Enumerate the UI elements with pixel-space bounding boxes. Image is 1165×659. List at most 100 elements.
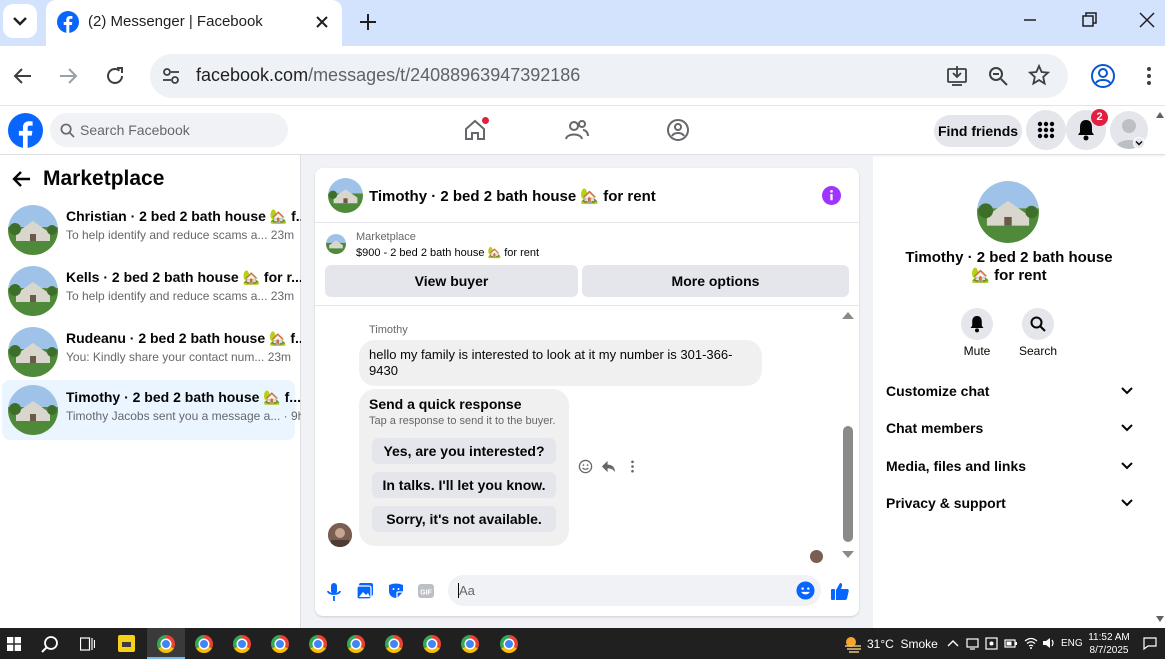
chrome-app-icon[interactable] bbox=[461, 635, 479, 653]
volume-icon[interactable] bbox=[1042, 637, 1056, 649]
tray-display-icon[interactable] bbox=[985, 637, 998, 650]
more-actions-icon[interactable] bbox=[625, 459, 640, 474]
browser-tab[interactable]: (2) Messenger | Facebook bbox=[46, 0, 342, 46]
url-path: /messages/t/24088963947392186 bbox=[308, 65, 581, 85]
privacy-support-section[interactable]: Privacy & support bbox=[886, 495, 1134, 511]
page-scroll-down-arrow[interactable] bbox=[1156, 616, 1164, 622]
language-indicator[interactable]: ENG bbox=[1061, 638, 1083, 649]
chrome-app-icon[interactable] bbox=[309, 635, 327, 653]
mute-action[interactable]: Mute bbox=[957, 308, 997, 358]
message-input[interactable]: Aa bbox=[448, 575, 821, 606]
clock[interactable]: 11:52 AM 8/7/2025 bbox=[1086, 631, 1132, 657]
gif-icon[interactable]: GIF bbox=[417, 582, 435, 600]
chrome-app-icon[interactable] bbox=[500, 635, 518, 653]
weather-haze-icon[interactable] bbox=[843, 635, 863, 653]
sticker-icon[interactable] bbox=[387, 582, 405, 600]
conversation-item-christian[interactable]: Christian · 2 bed 2 bath house 🏡 f... To… bbox=[2, 201, 307, 259]
scrollbar-up-arrow[interactable] bbox=[1156, 112, 1164, 118]
close-tab-icon[interactable] bbox=[312, 12, 332, 32]
conversation-item-rudeanu[interactable]: Rudeanu · 2 bed 2 bath house 🏡 f... You:… bbox=[2, 323, 307, 381]
friends-icon[interactable] bbox=[564, 118, 590, 142]
quick-reply-in-talks[interactable]: In talks. I'll let you know. bbox=[372, 472, 556, 498]
preview-text: To help identify and reduce scams a... bbox=[66, 228, 268, 242]
quick-reply-yes[interactable]: Yes, are you interested? bbox=[372, 438, 556, 464]
emoji-picker-icon[interactable] bbox=[796, 581, 815, 600]
conversation-time: 23m bbox=[270, 289, 295, 303]
address-bar[interactable]: facebook.com/messages/t/2408896394739218… bbox=[150, 54, 1068, 98]
chrome-app-icon[interactable] bbox=[347, 635, 365, 653]
view-buyer-button[interactable]: View buyer bbox=[325, 265, 578, 297]
facebook-logo-icon[interactable] bbox=[8, 113, 43, 148]
back-arrow-icon[interactable] bbox=[12, 65, 34, 87]
like-thumb-icon[interactable] bbox=[830, 581, 850, 601]
back-arrow-icon[interactable] bbox=[12, 169, 32, 189]
reply-icon[interactable] bbox=[601, 459, 616, 474]
chrome-app-icon[interactable] bbox=[423, 635, 441, 653]
restore-icon[interactable] bbox=[1079, 10, 1099, 30]
details-avatar[interactable] bbox=[977, 181, 1039, 243]
chrome-app-icon[interactable] bbox=[271, 635, 289, 653]
profile-icon[interactable] bbox=[1090, 63, 1116, 89]
new-tab-icon[interactable] bbox=[357, 11, 379, 33]
info-icon[interactable] bbox=[822, 186, 841, 205]
search-action[interactable]: Search bbox=[1018, 308, 1058, 358]
task-view-icon[interactable] bbox=[80, 637, 95, 651]
customize-chat-section[interactable]: Customize chat bbox=[886, 383, 1134, 399]
bookmark-star-icon[interactable] bbox=[1028, 64, 1050, 86]
install-app-icon[interactable] bbox=[946, 65, 968, 87]
tab-search-button[interactable] bbox=[3, 4, 37, 38]
notification-center-icon[interactable] bbox=[1143, 637, 1157, 650]
chat-scroll-down-arrow[interactable] bbox=[842, 551, 854, 558]
listing-detail[interactable]: $900 - 2 bed 2 bath house 🏡 for rent bbox=[356, 246, 539, 259]
groups-icon[interactable] bbox=[666, 118, 690, 142]
quick-reply-not-available[interactable]: Sorry, it's not available. bbox=[372, 506, 556, 532]
reload-icon[interactable] bbox=[104, 65, 126, 87]
minimize-icon[interactable] bbox=[1020, 10, 1040, 30]
chevron-down-icon bbox=[1135, 141, 1143, 146]
windows-start-icon[interactable] bbox=[7, 637, 21, 651]
conversation-title: Kells · 2 bed 2 bath house 🏡 for r... bbox=[66, 269, 303, 285]
preview-text: Timothy Jacobs sent you a message a... bbox=[66, 409, 281, 423]
windows-taskbar: 31°C Smoke ENG 11:52 AM 8/7/2025 bbox=[0, 628, 1165, 659]
chrome-app-icon[interactable] bbox=[385, 635, 403, 653]
more-options-label: More options bbox=[671, 273, 760, 289]
forward-arrow-icon[interactable] bbox=[57, 65, 79, 87]
quick-reply-label: Yes, are you interested? bbox=[383, 443, 545, 459]
menu-button[interactable] bbox=[1026, 110, 1066, 150]
chat-scroll-up-arrow[interactable] bbox=[842, 312, 854, 319]
chrome-app-icon[interactable] bbox=[233, 635, 251, 653]
weather-text[interactable]: 31°C Smoke bbox=[867, 637, 938, 651]
microphone-icon[interactable] bbox=[326, 582, 342, 602]
chrome-app-icon[interactable] bbox=[195, 635, 213, 653]
site-info-icon[interactable] bbox=[160, 65, 182, 87]
listing-thumb[interactable] bbox=[326, 234, 346, 254]
chrome-app-icon[interactable] bbox=[157, 635, 175, 653]
find-friends-button[interactable]: Find friends bbox=[934, 115, 1022, 147]
sticky-notes-app-icon[interactable] bbox=[118, 635, 135, 652]
zoom-icon[interactable] bbox=[987, 65, 1009, 87]
conversation-item-timothy-selected[interactable]: Timothy · 2 bed 2 bath house 🏡 f... Timo… bbox=[2, 380, 304, 440]
more-options-button[interactable]: More options bbox=[582, 265, 849, 297]
section-label: Customize chat bbox=[886, 383, 990, 399]
chat-members-section[interactable]: Chat members bbox=[886, 420, 1134, 436]
listing-avatar bbox=[8, 205, 58, 255]
message-bubble[interactable]: hello my family is interested to look at… bbox=[359, 340, 762, 386]
chat-scrollbar-thumb[interactable] bbox=[843, 426, 853, 542]
taskbar-search-icon[interactable] bbox=[41, 635, 59, 653]
facebook-search[interactable]: Search Facebook bbox=[50, 113, 288, 147]
chat-avatar[interactable] bbox=[328, 178, 363, 213]
conversation-item-kells[interactable]: Kells · 2 bed 2 bath house 🏡 for r... To… bbox=[2, 262, 303, 320]
media-files-links-section[interactable]: Media, files and links bbox=[886, 458, 1134, 474]
react-emoji-icon[interactable] bbox=[578, 459, 593, 474]
tray-chevron-up-icon[interactable] bbox=[947, 638, 959, 648]
section-label: Media, files and links bbox=[886, 458, 1027, 474]
chat-title[interactable]: Timothy · 2 bed 2 bath house 🏡 for rent bbox=[369, 187, 656, 205]
battery-icon[interactable] bbox=[1004, 638, 1018, 649]
photo-icon[interactable] bbox=[356, 582, 374, 600]
close-window-icon[interactable] bbox=[1137, 10, 1157, 30]
conversation-preview: You: Kindly share your contact num... 23… bbox=[66, 350, 291, 364]
tray-app-icon[interactable] bbox=[966, 637, 979, 650]
wifi-icon[interactable] bbox=[1024, 637, 1038, 649]
sender-avatar[interactable] bbox=[328, 523, 352, 547]
browser-menu-icon[interactable] bbox=[1138, 65, 1160, 87]
